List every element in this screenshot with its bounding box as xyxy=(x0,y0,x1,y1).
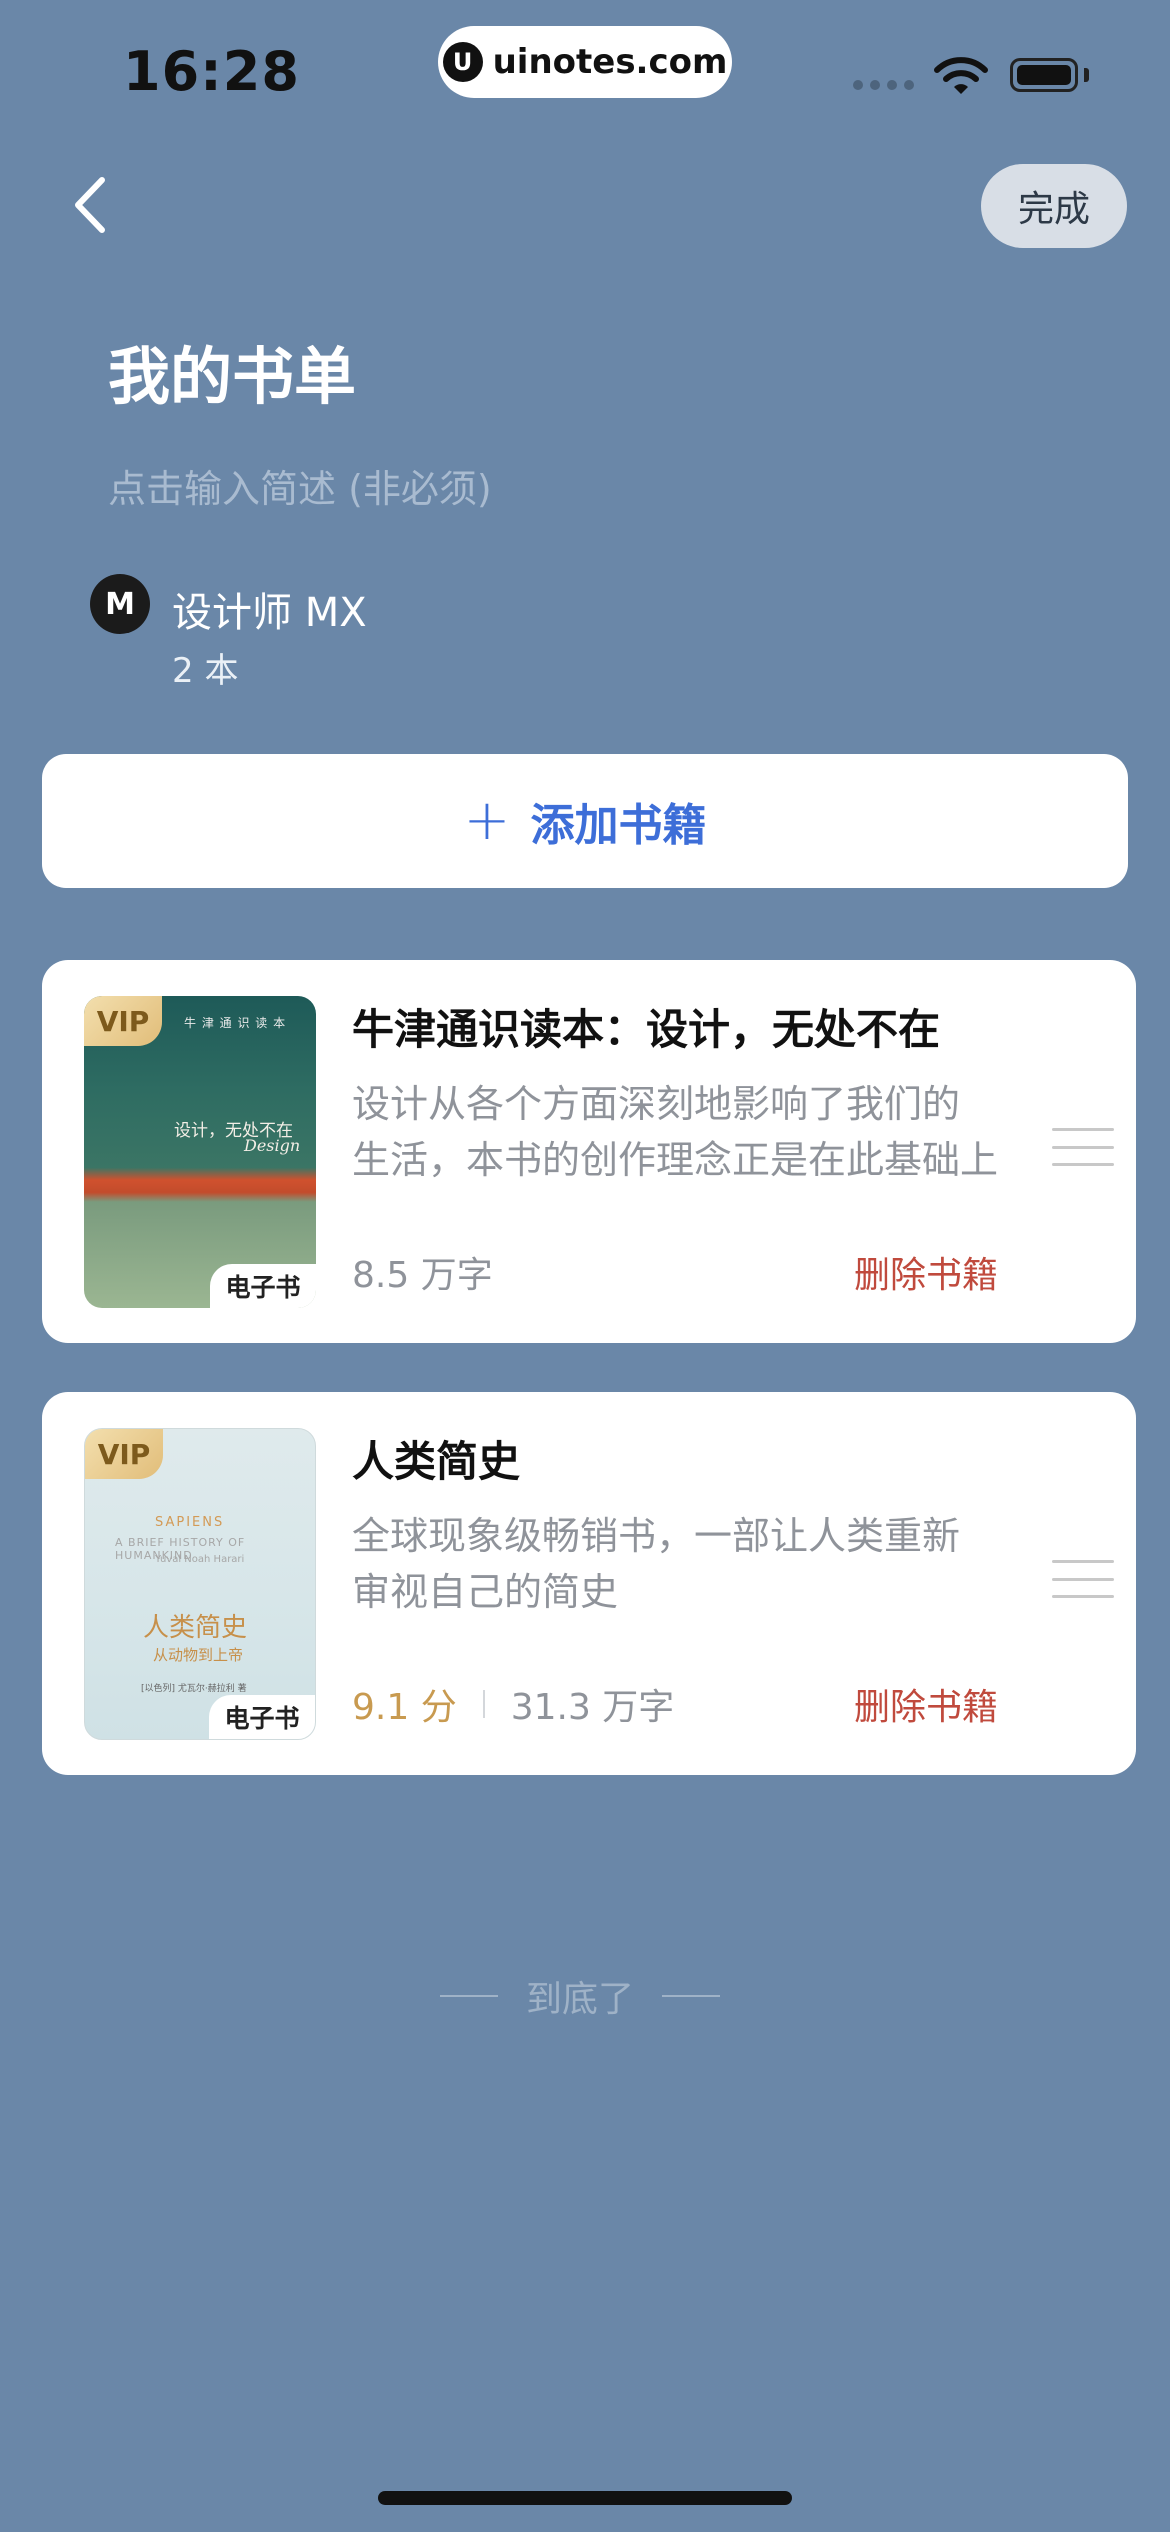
cover-author-en: Yuval Noah Harari xyxy=(155,1554,245,1565)
back-button[interactable] xyxy=(60,170,120,240)
book-cover-image[interactable]: 牛 津 通 识 读 本 设计，无处不在 Design VIP 电子书 xyxy=(84,996,316,1308)
cover-title-en: SAPIENS xyxy=(155,1515,225,1530)
remove-book-button[interactable]: 删除书籍 xyxy=(854,1678,998,1730)
add-book-button[interactable]: + 添加书籍 xyxy=(42,754,1128,888)
cellular-signal-icon xyxy=(853,80,914,90)
author-avatar[interactable]: M xyxy=(90,574,150,634)
word-count: 31.3 万字 xyxy=(510,1687,675,1728)
url-text: uinotes.com xyxy=(492,42,728,82)
meta-divider xyxy=(482,1690,485,1718)
author-name[interactable]: 设计师 MX xyxy=(172,580,367,638)
cover-series-text: 牛 津 通 识 读 本 xyxy=(184,1016,287,1030)
book-card[interactable]: 牛 津 通 识 读 本 设计，无处不在 Design VIP 电子书 牛津通识读… xyxy=(42,960,1136,1343)
booklist-title[interactable]: 我的书单 xyxy=(108,326,356,416)
drag-handle-icon[interactable] xyxy=(1052,1128,1114,1166)
battery-tip xyxy=(1084,68,1089,82)
cover-subtitle-text: 从动物到上帝 xyxy=(153,1646,244,1664)
cover-title-text: 人类简史 xyxy=(143,1613,248,1643)
end-of-list-divider: 到底了 xyxy=(440,1970,721,2022)
end-of-list-text: 到底了 xyxy=(526,1979,635,2020)
vip-badge: VIP xyxy=(84,996,162,1046)
status-time: 16:28 xyxy=(123,40,300,103)
book-count: 2 本 xyxy=(172,651,239,691)
battery-icon xyxy=(1010,58,1078,92)
book-description-line: 全球现象级畅销书，一部让人类重新 xyxy=(352,1514,961,1558)
drag-handle-icon[interactable] xyxy=(1052,1560,1114,1598)
site-logo-icon: U xyxy=(442,42,483,82)
book-meta: 8.5 万字 xyxy=(352,1246,493,1298)
plus-icon: + xyxy=(463,788,511,853)
book-title[interactable]: 人类简史 xyxy=(352,1428,1052,1489)
book-description: 设计从各个方面深刻地影响了我们的 生活，本书的创作理念正是在此基础上 xyxy=(352,1076,1042,1188)
book-description: 全球现象级畅销书，一部让人类重新 审视自己的简史 xyxy=(352,1508,1042,1620)
book-description-line: 设计从各个方面深刻地影响了我们的 xyxy=(352,1082,961,1126)
description-input[interactable]: 点击输入简述 (非必须) xyxy=(108,458,492,513)
book-card[interactable]: SAPIENS A BRIEF HISTORY OF HUMANKIND Yuv… xyxy=(42,1392,1136,1775)
book-title[interactable]: 牛津通识读本：设计，无处不在 xyxy=(352,996,1052,1057)
book-rating: 9.1 分 xyxy=(352,1687,457,1728)
url-pill: U uinotes.com xyxy=(438,26,732,98)
word-count: 8.5 万字 xyxy=(352,1255,493,1296)
done-button[interactable]: 完成 xyxy=(981,164,1127,248)
book-description-line: 生活，本书的创作理念正是在此基础上 xyxy=(352,1138,999,1182)
cover-title-en: Design xyxy=(244,1136,301,1155)
add-book-label: 添加书籍 xyxy=(530,800,707,851)
cover-author-text: [以色列] 尤瓦尔·赫拉利 著 xyxy=(141,1684,247,1694)
chevron-left-icon xyxy=(75,177,105,233)
wifi-icon xyxy=(934,57,988,94)
divider-line xyxy=(440,1995,498,1997)
book-description-line: 审视自己的简史 xyxy=(352,1570,619,1614)
remove-book-button[interactable]: 删除书籍 xyxy=(854,1246,998,1298)
vip-badge: VIP xyxy=(85,1429,163,1479)
ebook-tag: 电子书 xyxy=(209,1695,315,1739)
divider-line xyxy=(662,1995,721,1997)
book-cover-image[interactable]: SAPIENS A BRIEF HISTORY OF HUMANKIND Yuv… xyxy=(84,1428,316,1740)
book-meta: 9.1 分 31.3 万字 xyxy=(352,1678,674,1730)
ebook-tag: 电子书 xyxy=(210,1264,316,1308)
home-indicator[interactable] xyxy=(378,2491,792,2505)
